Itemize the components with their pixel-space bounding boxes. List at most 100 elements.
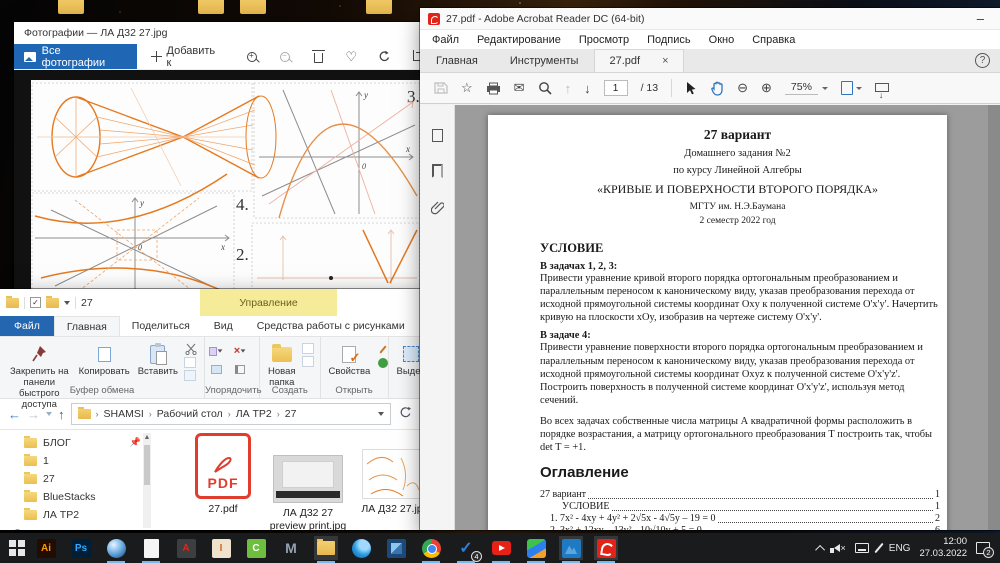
quick-access-folder-icon[interactable] (46, 295, 59, 308)
acrobat-titlebar[interactable]: 27.pdf - Adobe Acrobat Reader DC (64-bit… (420, 8, 1000, 30)
new-item-button[interactable] (301, 356, 314, 367)
copy-button[interactable]: Копировать (75, 341, 134, 378)
copy-to-button[interactable] (209, 363, 223, 375)
save-button[interactable] (434, 81, 448, 95)
star-button[interactable]: ☆ (461, 80, 473, 96)
taskbar-autocad[interactable]: A (174, 536, 198, 560)
quick-access-caret-icon[interactable] (64, 300, 70, 305)
properties-button[interactable]: ✓ Свойства (325, 341, 375, 378)
hand-tool-button[interactable] (710, 81, 724, 96)
pdf-page[interactable]: 27 вариант Домашнего задания №2 по курсу… (488, 115, 947, 530)
delete-button[interactable]: × (233, 345, 247, 357)
add-to-button[interactable]: Добавить к (137, 44, 236, 69)
print-button[interactable] (486, 82, 501, 95)
rotate-button[interactable] (368, 44, 401, 69)
zoom-in-button[interactable]: ⊕ (761, 80, 772, 96)
desktop-folder-icon[interactable] (240, 0, 266, 14)
document-scrollbar[interactable] (988, 105, 1000, 530)
language-indicator[interactable]: ENG (889, 543, 911, 554)
copy-path-button[interactable] (184, 357, 196, 368)
taskbar-acrobat[interactable] (594, 536, 618, 563)
next-page-button[interactable]: ↓ (584, 81, 591, 96)
pin-to-quick-access-button[interactable]: Закрепить на панели быстрого доступа (4, 341, 75, 411)
bookmarks-icon[interactable] (431, 164, 443, 178)
taskbar-google-earth[interactable] (104, 536, 128, 563)
clock[interactable]: 12:00 27.03.2022 (919, 536, 967, 560)
delete-button[interactable] (302, 44, 335, 69)
cut-button[interactable] (184, 343, 198, 355)
all-photos-button[interactable]: Все фотографии (14, 44, 137, 69)
volume-muted-button[interactable]: × (833, 543, 846, 553)
rename-button[interactable] (233, 363, 247, 375)
taskbar-youtube[interactable] (489, 536, 513, 563)
taskbar-movie-app[interactable] (384, 536, 408, 560)
taskbar-indesign-like[interactable]: I (209, 536, 233, 560)
ta skbar-chrome[interactable] (419, 536, 443, 563)
tab-home[interactable]: Главная (53, 316, 120, 336)
page-thumbnails-icon[interactable] (431, 126, 448, 142)
toc-entry[interactable]: 27 вариант 1 (540, 489, 940, 501)
sidebar-scrollbar[interactable]: ▲ (143, 433, 151, 528)
breadcrumb-la-tr2[interactable]: ЛА ТР2 (236, 408, 272, 420)
tab-view[interactable]: Вид (202, 316, 245, 336)
attachments-icon[interactable] (430, 200, 444, 215)
taskbar-illustrator[interactable]: Ai (34, 536, 58, 560)
paste-shortcut-button[interactable] (184, 370, 196, 381)
menu-file[interactable]: Файл (432, 34, 459, 46)
action-center-button[interactable]: 2 (976, 542, 994, 558)
desktop-folder-icon[interactable] (198, 0, 224, 14)
breadcrumb[interactable]: › SHAMSI › Рабочий стол › ЛА ТР2 › 27 (70, 403, 391, 425)
windows-ink-button[interactable] (874, 542, 884, 554)
address-dropdown-caret[interactable] (378, 412, 384, 416)
sidebar-item-bluestacks[interactable]: BlueStacks (0, 488, 155, 506)
document-area[interactable]: 27 вариант Домашнего задания №2 по курсу… (455, 105, 1000, 530)
select-tool-button[interactable] (685, 81, 697, 95)
zoom-in-button[interactable]: + (235, 44, 268, 69)
zoom-level-dropdown[interactable]: 75% (784, 81, 828, 95)
taskbar-check-app[interactable]: ✓ 4 (454, 536, 482, 563)
quick-access-check-icon[interactable]: ✓ (30, 297, 41, 308)
search-button[interactable] (538, 81, 552, 95)
breadcrumb-shamsi[interactable]: SHAMSI (104, 408, 144, 420)
tab-picture-tools[interactable]: Средства работы с рисунками (245, 316, 417, 336)
taskbar-file-explorer[interactable] (314, 536, 338, 563)
taskbar-photos[interactable] (559, 536, 583, 563)
photo-la-d32-27[interactable]: 3. 4. 2. y x 0 y x 0 (31, 80, 434, 320)
refresh-button[interactable] (397, 406, 413, 422)
help-button[interactable]: ? (975, 53, 990, 68)
tab-27-pdf[interactable]: 27.pdf × (594, 49, 684, 72)
tab-home[interactable]: Главная (420, 49, 494, 72)
breadcrumb-desktop[interactable]: Рабочий стол (157, 408, 223, 420)
menu-window[interactable]: Окно (709, 34, 735, 46)
zoom-out-button[interactable]: − (268, 44, 301, 69)
close-tab-icon[interactable]: × (662, 55, 668, 67)
toc-entry[interactable]: 1. 7x² - 4xy + 4y² + 2√5x - 4√5y – 19 = … (540, 513, 940, 525)
easy-access-button[interactable] (301, 343, 314, 354)
taskbar-camtasia[interactable]: C (244, 536, 268, 560)
sidebar-item-icloud-drive[interactable]: iCloud Drive (0, 528, 155, 530)
manage-contextual-tab[interactable]: Управление (200, 289, 337, 316)
desktop-folder-icon[interactable] (58, 0, 84, 14)
menu-view[interactable]: Просмотр (579, 34, 629, 46)
toc-entry[interactable]: 2. 3x² + 12xy – 13y² - 10√10y + 5 = 0 6 (540, 525, 940, 530)
select-button[interactable]: Выдел (393, 341, 421, 378)
scroll-up-arrow[interactable]: ▲ (143, 434, 151, 441)
minimize-button[interactable]: – (977, 11, 992, 26)
taskbar-bluestacks[interactable] (524, 536, 548, 563)
breadcrumb-27[interactable]: 27 (285, 408, 297, 420)
desktop-folder-icon[interactable] (366, 0, 392, 14)
recent-locations-caret[interactable] (46, 412, 52, 416)
new-folder-button[interactable]: Новая папка (264, 341, 300, 389)
sidebar-item-la-tr2[interactable]: ЛА ТР2 (0, 506, 155, 524)
photos-titlebar[interactable]: Фотографии — ЛА Д32 27.jpg (14, 22, 434, 44)
menu-edit[interactable]: Редактирование (477, 34, 561, 46)
tab-tools[interactable]: Инструменты (494, 49, 595, 72)
previous-page-button[interactable]: ↑ (565, 81, 572, 96)
scrollbar-thumb[interactable] (144, 445, 150, 485)
toc-entry[interactable]: УСЛОВИЕ 1 (540, 501, 940, 513)
touch-keyboard-button[interactable] (854, 543, 869, 553)
taskbar-document-app[interactable] (139, 536, 163, 563)
explorer-titlebar[interactable]: ✓ 27 Управление (0, 289, 421, 316)
fit-page-button[interactable] (840, 81, 862, 95)
tab-file[interactable]: Файл (0, 316, 54, 336)
